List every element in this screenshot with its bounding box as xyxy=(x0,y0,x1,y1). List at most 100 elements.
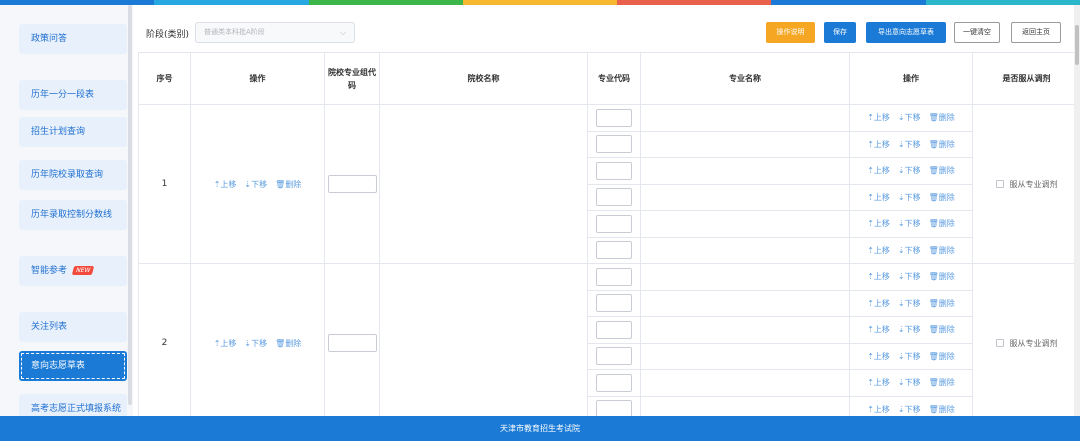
major-name-cell xyxy=(640,342,850,370)
sidebar-item-control-line[interactable]: 历年录取控制分数线 xyxy=(19,200,127,230)
sidebar-item-plan-query[interactable]: 招生计划查询 xyxy=(19,117,127,147)
move-down-link[interactable]: ⇣下移 xyxy=(898,246,921,255)
major-ops-cell: ⇡上移 ⇣下移 🗑删除 xyxy=(849,157,973,185)
major-name-cell xyxy=(640,263,850,291)
move-down-link[interactable]: ⇣下移 xyxy=(898,299,921,308)
major-name-cell xyxy=(640,316,850,344)
major-code-cell xyxy=(587,104,641,132)
move-up-link[interactable]: ⇡上移 xyxy=(867,219,890,228)
delete-link[interactable]: 🗑删除 xyxy=(929,352,955,361)
group-code-cell xyxy=(324,263,380,423)
move-up-link[interactable]: ⇡上移 xyxy=(867,140,890,149)
sidebar-scrollbar[interactable] xyxy=(128,5,132,405)
adjust-checkbox[interactable]: 服从专业调剂 xyxy=(995,339,1058,348)
major-code-input[interactable] xyxy=(596,267,632,286)
delete-link[interactable]: 🗑删除 xyxy=(929,272,955,281)
delete-link[interactable]: 🗑删除 xyxy=(929,219,955,228)
group-code-input[interactable] xyxy=(327,175,377,193)
major-ops: ⇡上移 ⇣下移 🗑删除 xyxy=(863,325,959,334)
delete-link[interactable]: 🗑删除 xyxy=(929,166,955,175)
delete-link[interactable]: 🗑删除 xyxy=(929,299,955,308)
move-up-link[interactable]: ⇡上移 xyxy=(867,193,890,202)
move-up-link[interactable]: ⇡上移 xyxy=(867,246,890,255)
move-down-link[interactable]: ⇣下移 xyxy=(244,180,267,189)
major-code-input[interactable] xyxy=(596,373,632,392)
major-name-cell xyxy=(640,236,850,264)
sidebar-item-intent-draft[interactable]: 意向志愿草表 xyxy=(19,351,127,381)
major-ops-cell: ⇡上移 ⇣下移 🗑删除 xyxy=(849,289,973,317)
scrollbar-thumb[interactable] xyxy=(1075,25,1079,65)
major-code-input[interactable] xyxy=(596,320,632,339)
move-up-link[interactable]: ⇡上移 xyxy=(867,405,890,414)
clear-all-button[interactable]: 一键清空 xyxy=(954,22,1000,43)
delete-link[interactable]: 🗑删除 xyxy=(929,193,955,202)
move-down-link[interactable]: ⇣下移 xyxy=(898,378,921,387)
sidebar-item-score-table[interactable]: 历年一分一段表 xyxy=(19,80,127,110)
sidebar-item-formal-system[interactable]: 高考志愿正式填报系统 xyxy=(19,394,127,416)
export-button[interactable]: 导出意向志愿草表 xyxy=(866,22,946,43)
major-ops-cell: ⇡上移 ⇣下移 🗑删除 xyxy=(849,369,973,397)
group-code-input[interactable] xyxy=(327,334,377,352)
move-down-link[interactable]: ⇣下移 xyxy=(898,272,921,281)
major-code-cell xyxy=(587,342,641,370)
major-code-input[interactable] xyxy=(596,135,632,154)
major-name-cell xyxy=(640,210,850,238)
delete-link[interactable]: 🗑删除 xyxy=(275,180,301,189)
delete-link[interactable]: 🗑删除 xyxy=(929,140,955,149)
sidebar-item-policy-qa[interactable]: 政策问答 xyxy=(19,24,127,54)
home-button[interactable]: 返回主页 xyxy=(1011,22,1061,43)
help-button[interactable]: 操作说明 xyxy=(766,22,815,43)
move-up-link[interactable]: ⇡上移 xyxy=(867,272,890,281)
major-code-input[interactable] xyxy=(596,108,632,127)
major-ops-cell: ⇡上移 ⇣下移 🗑删除 xyxy=(849,263,973,291)
sidebar-item-follow-list[interactable]: 关注列表 xyxy=(19,312,127,342)
move-down-link[interactable]: ⇣下移 xyxy=(898,219,921,228)
major-ops-cell: ⇡上移 ⇣下移 🗑删除 xyxy=(849,104,973,132)
move-up-link[interactable]: ⇡上移 xyxy=(214,180,237,189)
delete-link[interactable]: 🗑删除 xyxy=(929,378,955,387)
major-code-input[interactable] xyxy=(596,214,632,233)
move-down-link[interactable]: ⇣下移 xyxy=(898,113,921,122)
major-ops: ⇡上移 ⇣下移 🗑删除 xyxy=(863,166,959,175)
adjust-checkbox[interactable]: 服从专业调剂 xyxy=(995,180,1058,189)
move-up-link[interactable]: ⇡上移 xyxy=(867,325,890,334)
major-code-input[interactable] xyxy=(596,347,632,366)
page-scrollbar[interactable] xyxy=(1074,5,1080,416)
move-up-link[interactable]: ⇡上移 xyxy=(867,166,890,175)
sidebar-item-smart-reference[interactable]: 智能参考 NEW xyxy=(19,256,127,286)
move-down-link[interactable]: ⇣下移 xyxy=(244,339,267,348)
move-down-link[interactable]: ⇣下移 xyxy=(898,193,921,202)
major-code-cell xyxy=(587,289,641,317)
checkbox-icon[interactable] xyxy=(995,339,1004,347)
major-ops: ⇡上移 ⇣下移 🗑删除 xyxy=(863,378,959,387)
major-ops: ⇡上移 ⇣下移 🗑删除 xyxy=(863,405,959,414)
stage-select[interactable]: 普通类本科批A阶段 ⌵ xyxy=(195,22,355,43)
move-up-link[interactable]: ⇡上移 xyxy=(867,352,890,361)
delete-link[interactable]: 🗑删除 xyxy=(929,246,955,255)
new-badge: NEW xyxy=(71,266,95,275)
major-ops-cell: ⇡上移 ⇣下移 🗑删除 xyxy=(849,236,973,264)
delete-link[interactable]: 🗑删除 xyxy=(275,339,301,348)
save-button[interactable]: 保存 xyxy=(824,22,856,43)
major-code-input[interactable] xyxy=(596,294,632,313)
delete-link[interactable]: 🗑删除 xyxy=(929,113,955,122)
major-code-input[interactable] xyxy=(596,161,632,180)
sidebar-item-admission-query[interactable]: 历年院校录取查询 xyxy=(19,160,127,190)
major-code-cell xyxy=(587,263,641,291)
checkbox-icon[interactable] xyxy=(995,180,1004,188)
delete-link[interactable]: 🗑删除 xyxy=(929,325,955,334)
move-up-link[interactable]: ⇡上移 xyxy=(867,113,890,122)
group-ops-cell: ⇡上移 ⇣下移 🗑删除 xyxy=(190,263,325,423)
move-down-link[interactable]: ⇣下移 xyxy=(898,325,921,334)
move-up-link[interactable]: ⇡上移 xyxy=(867,378,890,387)
move-down-link[interactable]: ⇣下移 xyxy=(898,405,921,414)
move-down-link[interactable]: ⇣下移 xyxy=(898,166,921,175)
major-code-input[interactable] xyxy=(596,188,632,207)
move-down-link[interactable]: ⇣下移 xyxy=(898,352,921,361)
major-name-cell xyxy=(640,289,850,317)
move-down-link[interactable]: ⇣下移 xyxy=(898,140,921,149)
move-up-link[interactable]: ⇡上移 xyxy=(867,299,890,308)
major-code-input[interactable] xyxy=(596,241,632,260)
delete-link[interactable]: 🗑删除 xyxy=(929,405,955,414)
move-up-link[interactable]: ⇡上移 xyxy=(214,339,237,348)
